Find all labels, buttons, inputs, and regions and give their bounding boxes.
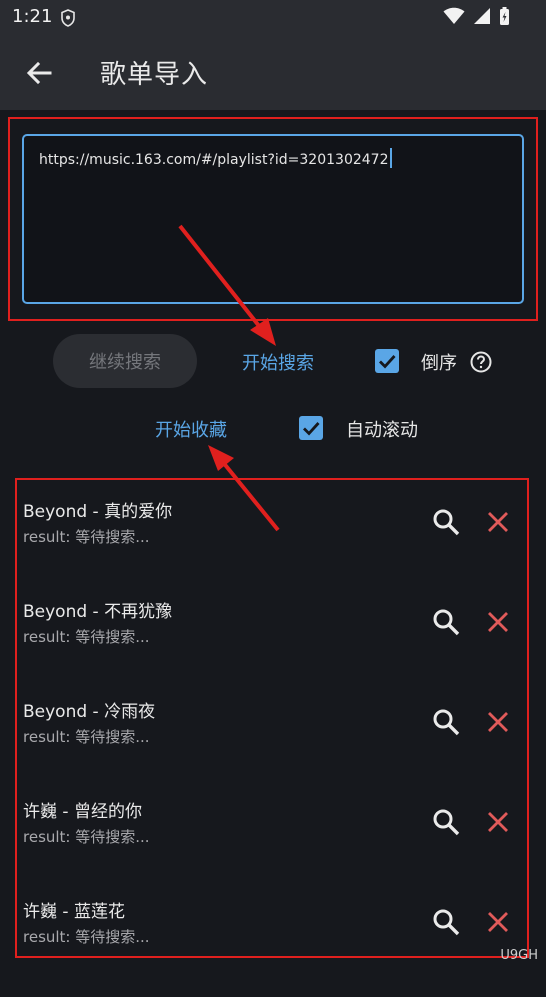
close-icon[interactable] xyxy=(485,609,511,635)
close-icon[interactable] xyxy=(485,909,511,935)
song-row: Beyond - 真的爱你 result: 等待搜索... xyxy=(23,497,523,597)
song-title: 许巍 - 曾经的你 xyxy=(23,802,142,822)
search-icon[interactable] xyxy=(431,507,461,537)
song-title: Beyond - 不再犹豫 xyxy=(23,602,173,622)
song-result: result: 等待搜索... xyxy=(23,728,150,746)
song-result: result: 等待搜索... xyxy=(23,928,150,946)
search-icon[interactable] xyxy=(431,807,461,837)
song-row: 许巍 - 曾经的你 result: 等待搜索... xyxy=(23,797,523,897)
watermark: U9GH xyxy=(500,948,538,963)
close-icon[interactable] xyxy=(485,709,511,735)
song-result: result: 等待搜索... xyxy=(23,628,150,646)
song-title: Beyond - 真的爱你 xyxy=(23,502,173,522)
song-row: 许巍 - 蓝莲花 result: 等待搜索... xyxy=(23,897,523,997)
search-icon[interactable] xyxy=(431,907,461,937)
song-row: Beyond - 冷雨夜 result: 等待搜索... xyxy=(23,697,523,797)
song-row: Beyond - 不再犹豫 result: 等待搜索... xyxy=(23,597,523,697)
search-icon[interactable] xyxy=(431,607,461,637)
close-icon[interactable] xyxy=(485,509,511,535)
arrowhead-start-collect xyxy=(208,445,234,471)
song-result: result: 等待搜索... xyxy=(23,528,150,546)
search-icon[interactable] xyxy=(431,707,461,737)
song-result: result: 等待搜索... xyxy=(23,828,150,846)
arrow-to-start-search xyxy=(178,224,265,333)
song-title: Beyond - 冷雨夜 xyxy=(23,702,156,722)
song-title: 许巍 - 蓝莲花 xyxy=(23,902,125,922)
close-icon[interactable] xyxy=(485,809,511,835)
